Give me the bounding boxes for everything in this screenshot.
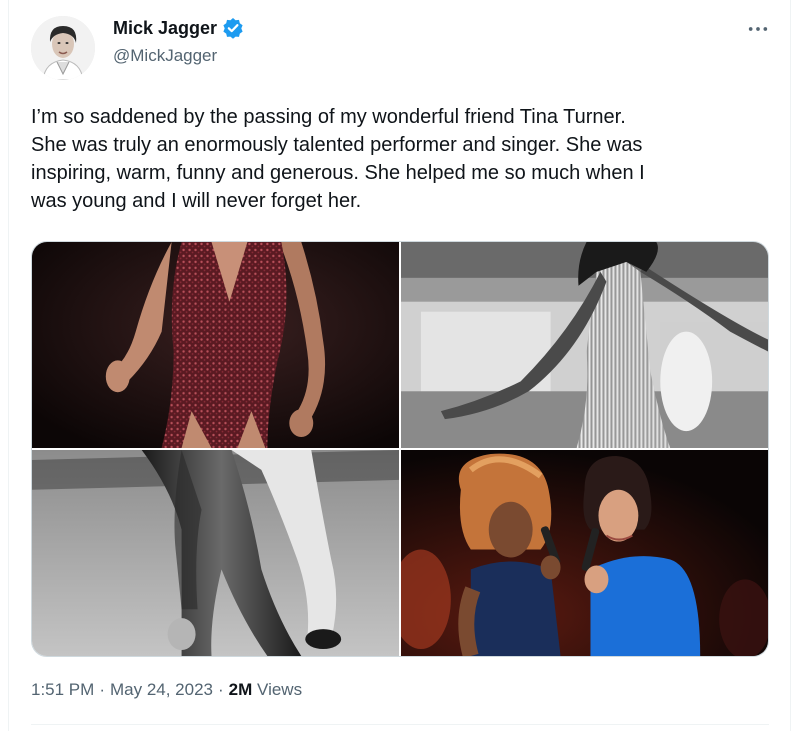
media-photo-2[interactable] [401, 242, 768, 448]
tweet-date[interactable]: May 24, 2023 [110, 680, 213, 700]
tweet-meta: 1:51 PM · May 24, 2023 · 2M Views [31, 680, 302, 700]
views-label: Views [257, 680, 303, 699]
views-count: 2M [228, 680, 253, 699]
tweet-text-line: inspiring, warm, funny and generous. She… [31, 162, 645, 184]
media-grid [31, 241, 769, 657]
tweet-text-line: I’m so saddened by the passing of my won… [31, 106, 626, 128]
meta-separator: · [218, 680, 224, 699]
meta-separator: · [99, 680, 105, 699]
author-name-row: Mick Jagger [113, 17, 244, 39]
verified-badge-icon [222, 17, 244, 39]
author-avatar[interactable] [31, 16, 95, 80]
tweet-text-line: was young and I will never forget her. [31, 190, 362, 212]
tweet-time[interactable]: 1:51 PM [31, 680, 94, 700]
tweet-text-line: She was truly an enormously talented per… [31, 134, 643, 156]
views: 2M Views [229, 680, 302, 700]
media-photo-1[interactable] [32, 242, 399, 448]
more-options-button[interactable] [744, 18, 772, 40]
more-dots-icon [748, 27, 768, 31]
tweet-text: I’m so saddened by the passing of my won… [31, 103, 766, 215]
author-name[interactable]: Mick Jagger [113, 18, 217, 39]
media-photo-4[interactable] [401, 450, 768, 656]
author-handle[interactable]: @MickJagger [113, 46, 217, 66]
media-photo-3[interactable] [32, 450, 399, 656]
divider [31, 724, 769, 725]
